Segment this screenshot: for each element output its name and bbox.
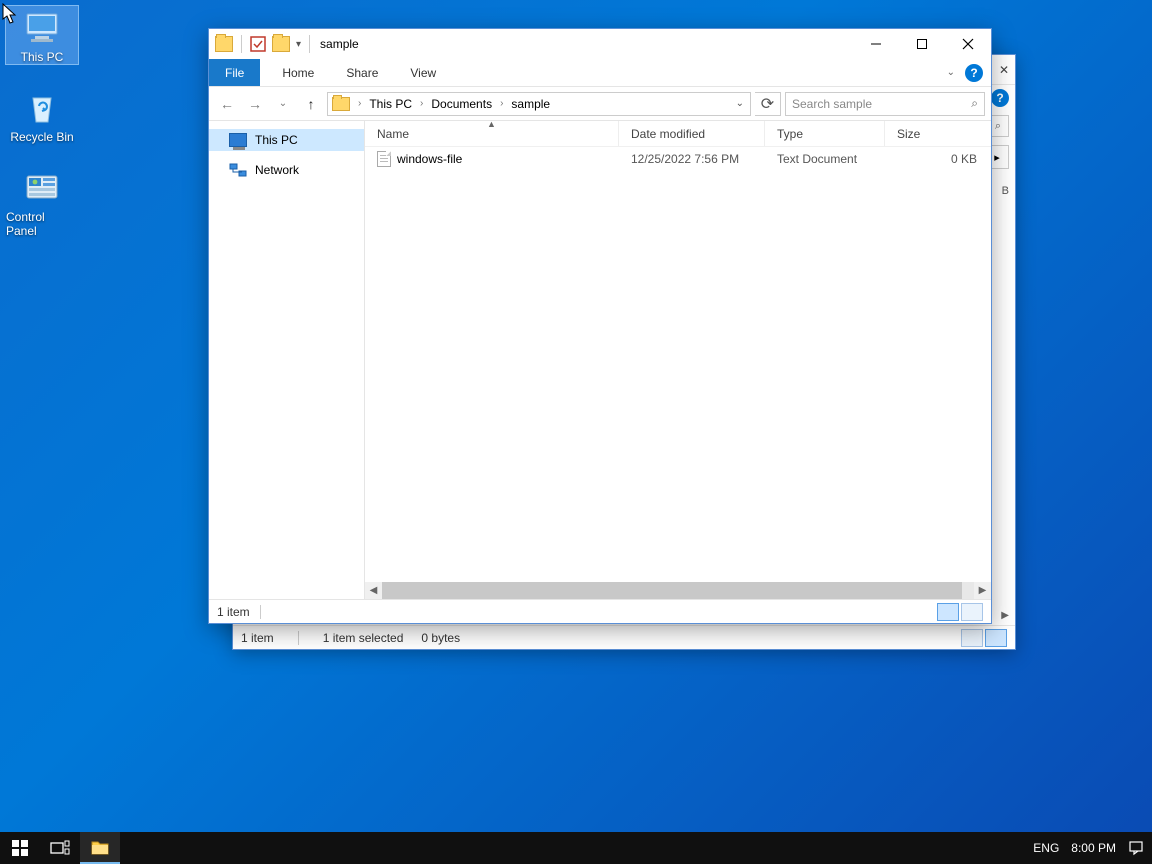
search-placeholder: Search sample (792, 97, 872, 111)
chevron-right-icon[interactable]: › (354, 98, 365, 109)
back-button[interactable]: ← (215, 92, 239, 116)
column-header-size[interactable]: Size (885, 121, 991, 146)
breadcrumb-segment[interactable]: Documents (429, 97, 494, 111)
refresh-button[interactable]: ⟳ (755, 92, 781, 116)
up-button[interactable]: ↑ (299, 92, 323, 116)
scrollbar-thumb[interactable] (382, 582, 962, 599)
status-item-count: 1 item (217, 605, 250, 619)
chevron-right-icon[interactable]: › (416, 98, 427, 109)
desktop-icon-label: This PC (21, 50, 64, 64)
desktop-icon-recycle-bin[interactable]: Recycle Bin (6, 86, 78, 144)
folder-icon (332, 97, 350, 111)
search-input[interactable]: Search sample ⌕ (785, 92, 985, 116)
file-size: 0 KB (885, 152, 991, 166)
view-details-button[interactable] (937, 603, 959, 621)
status-bytes: 0 bytes (421, 631, 460, 645)
view-large-icons-button[interactable] (961, 603, 983, 621)
column-header-name[interactable]: ▲Name (365, 121, 619, 146)
tab-view[interactable]: View (394, 59, 452, 86)
desktop-icons: This PC Recycle Bin Control Panel (6, 6, 78, 238)
system-tray: ENG 8:00 PM (1033, 840, 1152, 856)
desktop-icon-label: Recycle Bin (10, 130, 73, 144)
task-view-button[interactable] (40, 832, 80, 864)
nav-item-network[interactable]: Network (209, 159, 364, 181)
breadcrumb-segment[interactable]: sample (509, 97, 552, 111)
control-panel-icon (21, 166, 63, 208)
tab-share[interactable]: Share (330, 59, 394, 86)
scroll-right-icon[interactable]: ▶ (1001, 610, 1009, 621)
status-item-count: 1 item (241, 631, 274, 645)
file-name: windows-file (397, 152, 462, 166)
desktop: This PC Recycle Bin Control Panel ✕ ? ⌕ … (0, 0, 1152, 864)
column-headers: ▲Name Date modified Type Size (365, 121, 991, 147)
notifications-icon[interactable] (1128, 840, 1144, 856)
view-details-button[interactable] (961, 629, 983, 647)
forward-button[interactable]: → (243, 92, 267, 116)
chevron-right-icon[interactable]: › (496, 98, 507, 109)
tray-language[interactable]: ENG (1033, 841, 1059, 855)
network-icon (229, 163, 247, 177)
ribbon-tabs: File Home Share View ⌄ ? (209, 59, 991, 87)
tab-file[interactable]: File (209, 59, 260, 86)
help-icon[interactable]: ? (991, 89, 1009, 107)
taskbar: ENG 8:00 PM (0, 832, 1152, 864)
close-icon[interactable]: ✕ (999, 63, 1009, 77)
window-title: sample (320, 37, 359, 51)
address-dropdown-icon[interactable]: ⌄ (730, 98, 750, 109)
navigation-pane: This PC Network (209, 121, 365, 599)
help-icon[interactable]: ? (965, 64, 983, 82)
size-suffix: B (1002, 185, 1009, 197)
file-type: Text Document (765, 152, 885, 166)
folder-icon (215, 36, 233, 52)
desktop-icon-this-pc[interactable]: This PC (6, 6, 78, 64)
horizontal-scrollbar[interactable]: ◀ ▶ (365, 582, 991, 599)
column-header-date[interactable]: Date modified (619, 121, 765, 146)
file-row[interactable]: windows-file 12/25/2022 7:56 PM Text Doc… (365, 147, 991, 171)
sort-ascending-icon: ▲ (487, 119, 496, 129)
close-button[interactable] (945, 29, 991, 59)
status-bar: 1 item (209, 599, 991, 623)
breadcrumb-segment[interactable]: This PC (367, 97, 414, 111)
desktop-icon-label: Control Panel (6, 210, 78, 238)
status-selection: 1 item selected (323, 631, 404, 645)
nav-item-label: This PC (255, 133, 298, 147)
tray-clock[interactable]: 8:00 PM (1071, 841, 1116, 855)
nav-item-this-pc[interactable]: This PC (209, 129, 364, 151)
qat-dropdown-icon[interactable]: ▾ (296, 39, 301, 50)
nav-item-label: Network (255, 163, 299, 177)
column-header-type[interactable]: Type (765, 121, 885, 146)
file-date: 12/25/2022 7:56 PM (619, 152, 765, 166)
pc-icon (21, 6, 63, 48)
expand-ribbon-icon[interactable]: ⌄ (947, 67, 955, 78)
search-icon: ⌕ (971, 96, 978, 111)
file-list: ▲Name Date modified Type Size windows-fi… (365, 121, 991, 599)
tab-home[interactable]: Home (266, 59, 330, 86)
view-large-icons-button[interactable] (985, 629, 1007, 647)
taskbar-file-explorer[interactable] (80, 832, 120, 864)
title-bar[interactable]: ▾ sample (209, 29, 991, 59)
text-file-icon (377, 151, 391, 167)
minimize-button[interactable] (853, 29, 899, 59)
maximize-button[interactable] (899, 29, 945, 59)
recent-locations-button[interactable]: ⌄ (271, 92, 295, 116)
new-folder-icon[interactable] (272, 36, 290, 52)
address-bar[interactable]: › This PC › Documents › sample ⌄ (327, 92, 751, 116)
start-button[interactable] (0, 832, 40, 864)
scroll-right-icon[interactable]: ▶ (974, 582, 991, 599)
properties-icon[interactable] (250, 36, 266, 52)
status-bar: 1 item 1 item selected 0 bytes (233, 625, 1015, 649)
recycle-bin-icon (21, 86, 63, 128)
desktop-icon-control-panel[interactable]: Control Panel (6, 166, 78, 238)
scroll-left-icon[interactable]: ◀ (365, 582, 382, 599)
explorer-window: ▾ sample File Home Share View ⌄ ? ← → ⌄ (208, 28, 992, 624)
pc-icon (229, 133, 247, 147)
address-row: ← → ⌄ ↑ › This PC › Documents › sample ⌄… (209, 87, 991, 121)
